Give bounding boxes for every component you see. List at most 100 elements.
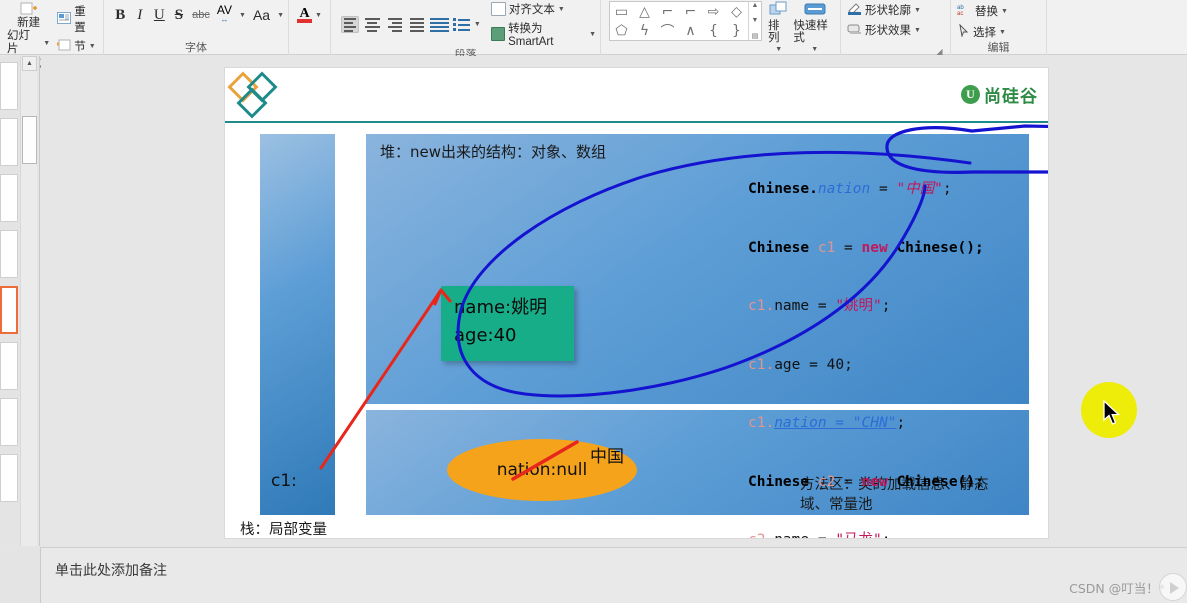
thumbnail-scrollbar[interactable]: ▲ [20,56,37,546]
select-cursor-icon [957,23,970,40]
reset-label: 重置 [74,6,86,34]
shape-brace-right-icon[interactable]: } [725,21,748,40]
chevron-down-icon[interactable]: ▼ [558,6,565,13]
ribbon-group-drawing: ▭ △ ⌐ ⌐ ⇨ ◇ ⬠ ϟ ⌒ ∧ { } ▲ ▼ ▤ 排列 ▼ 快速样式 … [601,0,841,69]
align-text-button[interactable]: 对齐文本 ▼ [490,1,596,17]
section-button[interactable]: 节 ▼ [55,37,99,55]
shape-rectangle-icon[interactable]: ▭ [610,2,633,21]
strikethrough-button[interactable]: abc [192,9,210,21]
play-button-icon[interactable] [1159,573,1187,601]
chevron-down-icon[interactable]: ▼ [89,43,96,50]
ribbon-group-slides: 新建 幻灯片 ▼ 重置 节 ▼ [0,0,104,70]
gallery-more-icon[interactable]: ▤ [752,32,759,40]
bold-button[interactable]: B [114,7,127,24]
notes-pane[interactable]: 单击此处添加备注 CSDN @叮当！* [41,547,1187,603]
object-instance-box[interactable]: name:姚明 age:40 [441,286,574,361]
code-line: Chinese c2 = new Chinese(); [748,473,984,490]
code-line: c1.nation = "CHN"; [748,415,906,431]
scroll-up-icon[interactable]: ▲ [22,56,37,71]
quick-styles-icon [804,1,826,20]
quick-styles-button[interactable]: 快速样式 ▼ [793,1,836,56]
ribbon-group-label-shape-styles: ◢ [845,41,946,56]
scrollbar-thumb[interactable] [22,116,37,164]
font-color-button[interactable]: A [297,6,313,23]
shape-pentagon-icon[interactable]: ⬠ [610,21,633,40]
replace-label: 替换 [975,6,998,18]
underline-button[interactable]: U [153,7,166,24]
code-line: c2.name = "马龙"; [748,531,984,538]
brand-logo: U 尚硅谷 [961,82,1038,107]
brand-logo-text: 尚硅谷 [984,87,1038,106]
shape-arrow-right-icon[interactable]: ⇨ [702,2,725,21]
chevron-down-icon[interactable]: ▼ [239,12,246,19]
slide-thumbnail[interactable] [0,454,18,502]
change-case-button[interactable]: Aa [253,7,270,23]
shape-freeform-icon[interactable]: ϟ [633,21,656,40]
convert-smartart-button[interactable]: 转换为 SmartArt ▼ [490,20,596,48]
shape-effects-label: 形状效果 [865,25,911,37]
chevron-down-icon[interactable]: ▼ [999,29,1006,36]
chevron-down-icon[interactable]: ▼ [43,37,50,50]
shapes-gallery[interactable]: ▭ △ ⌐ ⌐ ⇨ ◇ ⬠ ϟ ⌒ ∧ { } ▲ ▼ ▤ [609,1,762,41]
chevron-down-icon[interactable]: ▼ [589,31,596,38]
slide-thumbnail[interactable] [0,230,18,278]
select-button[interactable]: 选择 ▼ [955,23,1008,41]
chevron-down-icon[interactable]: ▼ [277,12,284,19]
header-divider [225,121,1048,123]
slide-canvas[interactable]: U 尚硅谷 c1: 栈：局部变量 堆：new出来的结构：对象、数组 方法区：类的… [224,67,1049,539]
chevron-down-icon[interactable]: ▼ [811,44,818,56]
columns-button[interactable] [452,18,470,31]
shape-triangle-icon[interactable]: △ [633,2,656,21]
chevron-down-icon[interactable]: ▼ [315,12,322,19]
chevron-down-icon[interactable]: ▼ [914,27,921,34]
justify-button[interactable] [408,16,426,33]
line-spacing-button[interactable] [429,16,449,33]
shape-arc-icon[interactable]: ⌒ [656,21,679,40]
align-text-icon [490,2,506,16]
shape-brace-left-icon[interactable]: { [702,21,725,40]
shape-dialog-launcher[interactable]: ◢ [935,45,944,56]
reset-button[interactable]: 重置 [55,2,99,36]
arrange-icon [769,1,789,20]
text-shadow-button[interactable]: S [173,7,186,24]
shape-outline-button[interactable]: 形状轮廓 ▼ [845,1,923,19]
slide-thumbnail[interactable] [0,174,18,222]
shape-bent-icon[interactable]: ⌐ [679,2,702,21]
slide-thumbnail[interactable] [0,342,18,390]
shape-effects-button[interactable]: 形状效果 ▼ [845,21,923,39]
arrange-button[interactable]: 排列 ▼ [768,1,789,56]
shape-curve-icon[interactable]: ∧ [679,21,702,40]
shape-chevron-icon[interactable]: ◇ [725,2,748,21]
chevron-down-icon[interactable]: ▼ [474,21,481,28]
chevron-down-icon[interactable]: ▼ [914,7,921,14]
shapes-gallery-scrollbar[interactable]: ▲ ▼ ▤ [748,2,761,40]
shape-corner-icon[interactable]: ⌐ [656,2,679,21]
slide-thumbnail[interactable] [0,398,18,446]
slide-thumbnail[interactable] [0,118,18,166]
stack-shape[interactable] [260,134,335,515]
slide-thumbnail-selected[interactable] [0,286,18,334]
code-line: Chinese.nation = "中国"; [748,181,952,197]
object-field-name: name:姚明 [454,297,548,318]
character-spacing-label: AV [216,3,232,17]
code-line: c1.age = 40; [748,356,853,373]
slide-thumbnail[interactable] [0,62,18,110]
ribbon-toolbar: 新建 幻灯片 ▼ 重置 节 ▼ B I U S abc AV ↔ ▼ Aa ▼ … [0,0,1187,70]
section-label: 节 [74,41,86,53]
new-slide-button[interactable]: 新建 幻灯片 ▼ [4,1,53,57]
align-right-button[interactable] [386,16,404,33]
align-left-button[interactable] [341,16,360,33]
chevron-down-icon[interactable]: ▼ [1001,8,1008,15]
ribbon-group-font-color: A ▼ [289,0,331,55]
slide-thumbnail-panel[interactable]: ▲ [0,56,40,546]
scroll-down-icon[interactable]: ▼ [752,17,759,24]
scroll-up-icon[interactable]: ▲ [752,2,759,9]
static-field-text: nation:null [496,460,588,480]
italic-button[interactable]: I [134,7,147,24]
replace-button[interactable]: ab ac 替换 ▼ [955,2,1010,20]
character-spacing-button[interactable]: AV ↔ [216,3,232,24]
chevron-down-icon[interactable]: ▼ [775,44,782,56]
mouse-cursor-icon [1103,400,1121,425]
quick-styles-label: 快速样式 [793,20,828,44]
align-center-button[interactable] [363,16,381,33]
